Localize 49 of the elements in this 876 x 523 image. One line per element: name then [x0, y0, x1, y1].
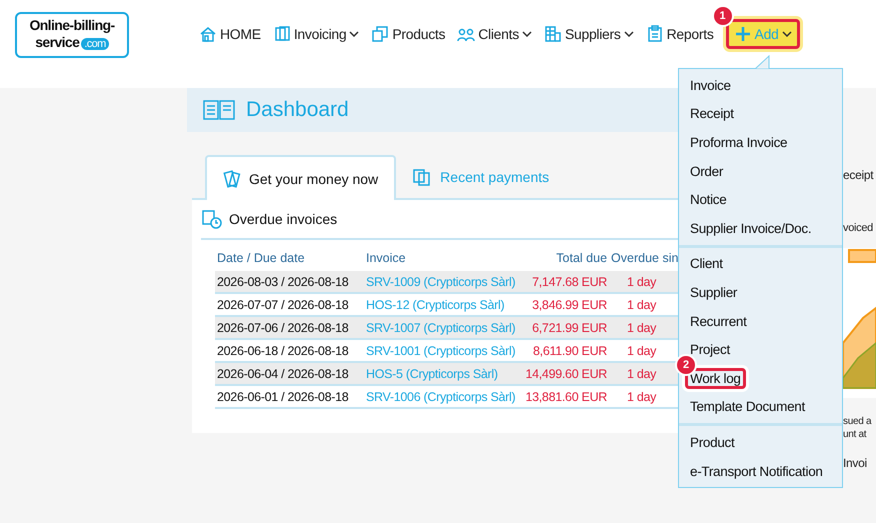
- documents-icon: [412, 168, 432, 186]
- table-cell: 2026-07-06 / 2026-08-18: [215, 316, 364, 339]
- menu-item[interactable]: Order: [679, 156, 842, 186]
- table-cell: 14,499.60 EUR: [518, 362, 610, 385]
- note-text: sued a: [843, 416, 872, 427]
- building-icon: [544, 25, 562, 43]
- menu-item[interactable]: Product: [679, 428, 842, 457]
- money-icon: [223, 168, 241, 188]
- logo[interactable]: Online-billing- service .com: [15, 12, 129, 58]
- nav-item[interactable]: Clients: [457, 25, 532, 43]
- table-cell: 6,721.99 EUR: [518, 316, 610, 339]
- nav-item[interactable]: Invoicing: [272, 25, 360, 43]
- column-header[interactable]: Date / Due date: [215, 244, 364, 271]
- page-title: Dashboard: [246, 98, 349, 122]
- table-cell: 2026-08-03 / 2026-08-18: [215, 271, 364, 293]
- menu-item[interactable]: Supplier Invoice/Doc.: [679, 214, 842, 243]
- table-cell: 2026-07-07 / 2026-08-18: [215, 293, 364, 316]
- menu-item[interactable]: Notice: [679, 185, 842, 214]
- boxes-icon: [371, 25, 390, 43]
- table-cell: 8,611.90 EUR: [518, 339, 610, 362]
- subtitle-text: voiced: [843, 222, 873, 234]
- section-title: Overdue invoices: [229, 211, 338, 227]
- menu-item[interactable]: Receipt: [679, 100, 842, 128]
- nav-item[interactable]: Products: [371, 25, 446, 43]
- table-cell: 2026-06-01 / 2026-08-18: [215, 385, 364, 408]
- clock-documents-icon: [201, 209, 223, 229]
- menu-item[interactable]: e-Transport Notification: [679, 456, 842, 486]
- table-cell: 2026-06-04 / 2026-08-18: [215, 362, 364, 385]
- book-icon: [202, 98, 238, 122]
- home-icon: [199, 25, 217, 43]
- note-text: unt at: [843, 429, 866, 440]
- tab-text: eceipt: [843, 168, 874, 182]
- step-badge: 1: [712, 5, 734, 27]
- column-header[interactable]: Invoice: [364, 244, 518, 271]
- menu-item[interactable]: Proforma Invoice: [679, 128, 842, 157]
- table-cell: 2026-06-18 / 2026-08-18: [215, 339, 364, 362]
- table-cell: 7,147.68 EUR: [518, 271, 610, 293]
- footer-text: Invoi: [843, 456, 867, 470]
- plus-icon: [734, 25, 752, 43]
- nav-item[interactable]: HOME: [199, 25, 261, 43]
- nav-item[interactable]: Reports: [646, 25, 714, 43]
- nav-item[interactable]: Suppliers: [544, 25, 634, 43]
- tab[interactable]: Get your money now: [205, 155, 396, 200]
- table-cell: 3,846.99 EUR: [518, 293, 610, 316]
- documents-icon: [272, 25, 291, 43]
- column-header[interactable]: Total due: [518, 244, 610, 271]
- menu-item[interactable]: Invoice: [679, 71, 842, 100]
- table-cell: 13,881.60 EUR: [518, 385, 610, 408]
- clipboard-icon: [646, 25, 664, 43]
